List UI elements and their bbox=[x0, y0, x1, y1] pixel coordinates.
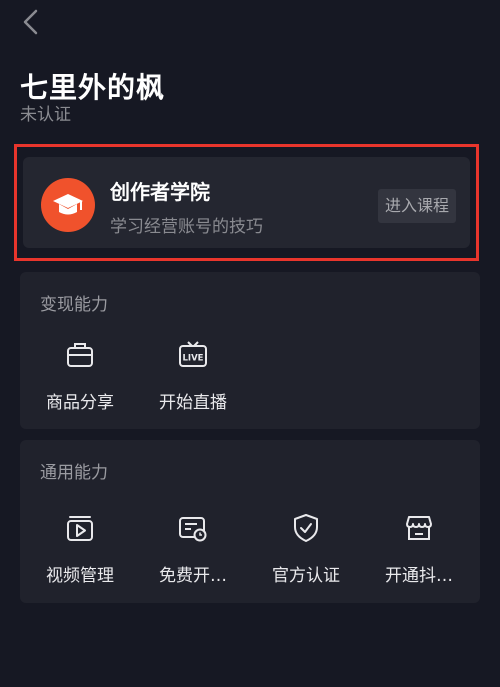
academy-title: 创作者学院 bbox=[110, 180, 210, 204]
card-clock-icon bbox=[179, 517, 207, 542]
live-tv-icon: LIVE bbox=[179, 341, 207, 367]
item-label: 视频管理 bbox=[46, 566, 114, 586]
enter-course-button[interactable]: 进入课程 bbox=[377, 189, 456, 223]
section-title: 变现能力 bbox=[40, 295, 108, 315]
official-verification-button[interactable]: 官方认证 bbox=[250, 513, 362, 586]
creator-academy-card[interactable]: 创作者学院 学习经营账号的技巧 进入课程 bbox=[23, 157, 470, 248]
item-label: 开始直播 bbox=[159, 393, 227, 413]
graduation-cap-icon bbox=[41, 178, 95, 232]
video-folder-icon bbox=[67, 516, 93, 541]
item-label: 官方认证 bbox=[272, 566, 340, 586]
shop-icon bbox=[406, 516, 432, 540]
section-title: 通用能力 bbox=[40, 463, 108, 483]
product-share-button[interactable]: 商品分享 bbox=[24, 340, 136, 413]
item-label: 商品分享 bbox=[46, 393, 114, 413]
open-douyin-shop-button[interactable]: 开通抖… bbox=[363, 513, 475, 586]
video-management-button[interactable]: 视频管理 bbox=[24, 513, 136, 586]
shield-check-icon bbox=[294, 514, 318, 542]
general-section: 通用能力 视频管理 免费开… 官方认证 开通抖… bbox=[20, 440, 480, 603]
item-label: 开通抖… bbox=[385, 566, 453, 586]
svg-text:LIVE: LIVE bbox=[183, 354, 204, 364]
monetization-section: 变现能力 商品分享 LIVE 开始直播 bbox=[20, 272, 480, 429]
free-open-button[interactable]: 免费开… bbox=[137, 513, 249, 586]
academy-description: 学习经营账号的技巧 bbox=[110, 217, 263, 237]
start-live-button[interactable]: LIVE 开始直播 bbox=[137, 340, 249, 413]
chevron-left-icon bbox=[23, 9, 38, 35]
back-button[interactable] bbox=[20, 8, 44, 38]
briefcase-icon bbox=[67, 343, 93, 367]
item-label: 免费开… bbox=[159, 566, 227, 586]
creator-academy-highlight: 创作者学院 学习经营账号的技巧 进入课程 bbox=[14, 144, 479, 261]
verification-status: 未认证 bbox=[20, 105, 71, 125]
